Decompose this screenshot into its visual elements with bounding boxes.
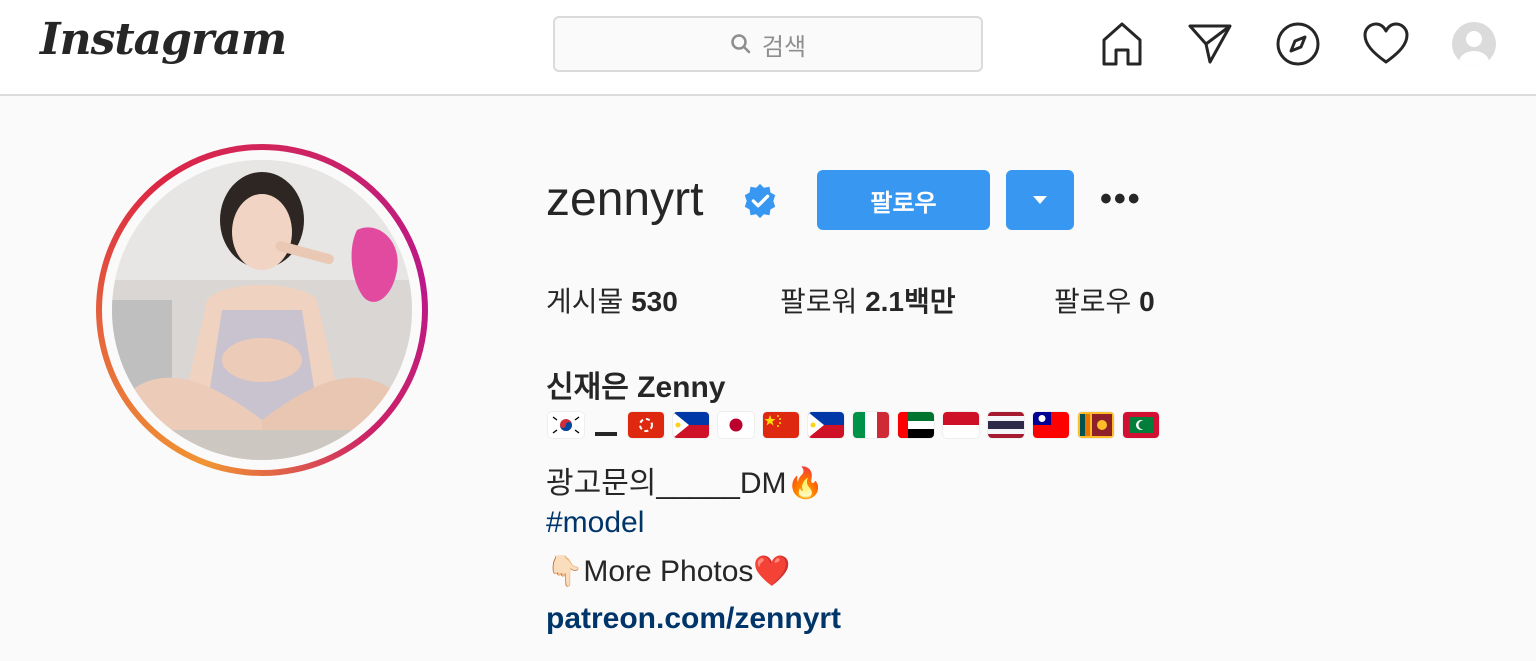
- search-icon: [731, 34, 751, 54]
- following-label: 팔로우: [1054, 286, 1132, 317]
- maldives-flag: [1123, 412, 1159, 438]
- taiwan-flag: [1033, 412, 1069, 438]
- verified-badge-icon: [741, 182, 779, 225]
- followers-label: 팔로워: [780, 286, 858, 317]
- search-placeholder: 검색: [761, 33, 807, 61]
- caret-down-icon: [1033, 196, 1047, 204]
- profile-photo[interactable]: [112, 160, 412, 460]
- thailand-flag: [988, 412, 1024, 438]
- sri-lanka-flag: [1078, 412, 1114, 438]
- japan-flag: [718, 412, 754, 438]
- china-flag: [763, 412, 799, 438]
- search-input[interactable]: 검색: [553, 16, 983, 72]
- following-value: 0: [1139, 286, 1155, 317]
- user-avatar-icon[interactable]: [1452, 22, 1496, 66]
- home-icon[interactable]: [1098, 20, 1146, 68]
- bio-full-name: 신재은 Zenny: [546, 371, 726, 404]
- follow-button[interactable]: 팔로우: [817, 170, 990, 230]
- followers-count[interactable]: 팔로워 2.1백만: [780, 280, 956, 320]
- followers-value: 2.1백만: [865, 286, 956, 317]
- bio-ad-inquiry: 광고문의_____DM🔥: [546, 467, 824, 500]
- explore-icon[interactable]: [1274, 20, 1322, 68]
- uae-flag: [898, 412, 934, 438]
- top-nav-bar: Instagram 검색: [0, 0, 1536, 96]
- story-ring[interactable]: [96, 144, 428, 476]
- activity-heart-icon[interactable]: [1362, 20, 1410, 68]
- instagram-logo[interactable]: Instagram: [40, 14, 287, 65]
- south-korea-flag: [548, 412, 584, 438]
- underscore-separator: [595, 432, 617, 436]
- philippines-flag: [808, 412, 844, 438]
- posts-label: 게시물: [546, 286, 624, 317]
- suggested-accounts-dropdown-button[interactable]: [1006, 170, 1074, 230]
- posts-count: 게시물 530: [546, 280, 678, 320]
- bio-website-link[interactable]: patreon.com/zennyrt: [546, 602, 841, 636]
- bio-hashtag-link[interactable]: #model: [546, 506, 644, 540]
- more-options-icon[interactable]: •••: [1100, 180, 1142, 219]
- italy-flag: [853, 412, 889, 438]
- philippines-flag: [673, 412, 709, 438]
- direct-icon[interactable]: [1186, 20, 1234, 68]
- bio-flags-row: [548, 412, 1159, 438]
- following-count[interactable]: 팔로우 0: [1054, 280, 1155, 320]
- bio-more-photos: 👇🏻More Photos❤️: [546, 555, 791, 588]
- profile-username: zennyrt: [546, 173, 704, 226]
- hong-kong-flag: [628, 412, 664, 438]
- indonesia-flag: [943, 412, 979, 438]
- posts-value: 530: [631, 286, 678, 317]
